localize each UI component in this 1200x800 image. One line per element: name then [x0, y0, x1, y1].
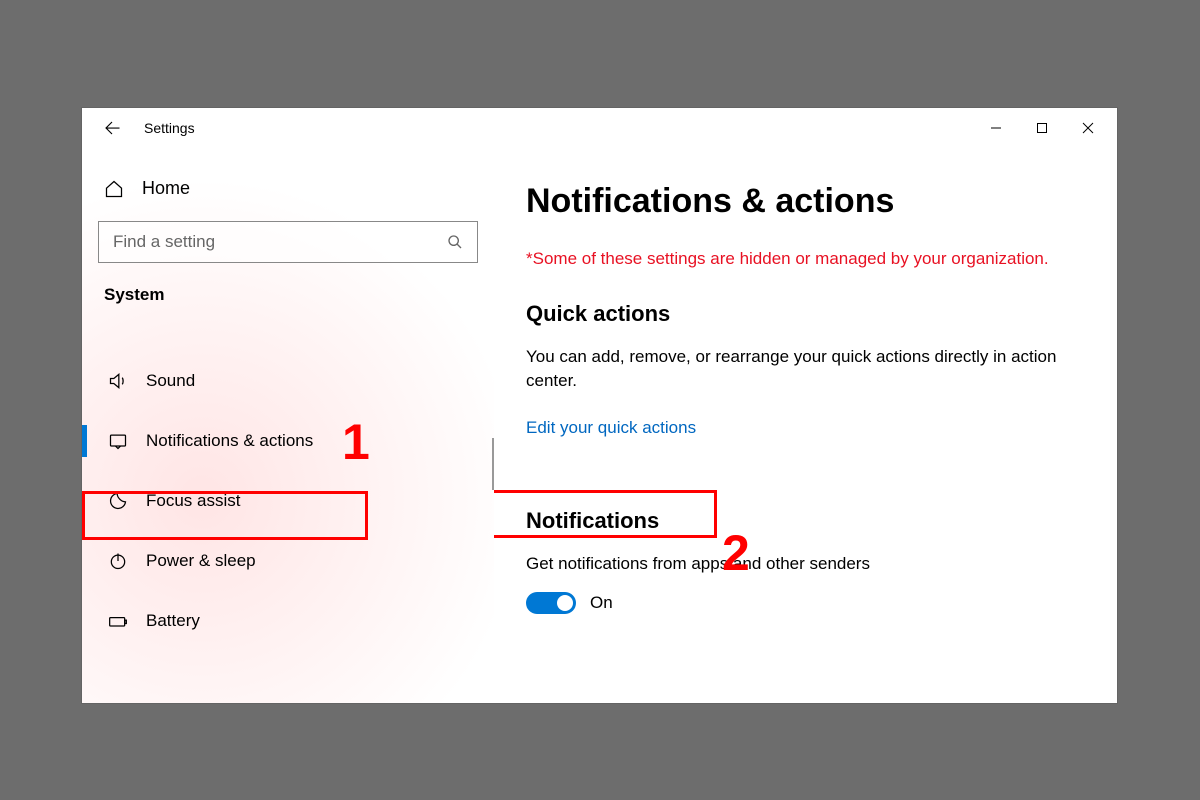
annotation-number-1: 1: [342, 413, 370, 471]
minimize-button[interactable]: [973, 108, 1019, 148]
sidebar: Home System Sound Notifications & action…: [82, 148, 494, 703]
nav-list: Sound Notifications & actions Focus assi…: [98, 351, 478, 651]
quick-actions-description: You can add, remove, or rearrange your q…: [526, 345, 1089, 393]
search-box[interactable]: [98, 221, 478, 263]
focus-assist-icon: [108, 491, 128, 511]
notifications-toggle[interactable]: [526, 592, 576, 614]
close-icon: [1082, 122, 1094, 134]
home-icon: [104, 179, 124, 199]
sidebar-item-sound[interactable]: Sound: [98, 351, 478, 411]
category-label: System: [98, 285, 478, 305]
sidebar-item-battery[interactable]: Battery: [98, 591, 478, 651]
notifications-icon: [108, 431, 128, 451]
maximize-button[interactable]: [1019, 108, 1065, 148]
battery-icon: [108, 611, 128, 631]
window-controls: [973, 108, 1111, 148]
managed-by-org-note: *Some of these settings are hidden or ma…: [526, 247, 1089, 271]
edit-quick-actions-link[interactable]: Edit your quick actions: [526, 418, 696, 438]
notifications-section: Notifications Get notifications from app…: [526, 508, 1089, 614]
notifications-toggle-row: On: [526, 592, 1089, 614]
back-button[interactable]: [102, 118, 122, 138]
quick-actions-heading: Quick actions: [526, 301, 1089, 327]
search-icon: [447, 234, 463, 250]
sidebar-item-label: Sound: [146, 371, 195, 391]
sidebar-item-label: Notifications & actions: [146, 431, 313, 451]
sidebar-item-label: Battery: [146, 611, 200, 631]
sidebar-item-focus-assist[interactable]: Focus assist: [98, 471, 478, 531]
main-pane: Notifications & actions *Some of these s…: [494, 148, 1117, 703]
annotation-number-2: 2: [722, 524, 750, 582]
minimize-icon: [990, 122, 1002, 134]
notifications-heading: Notifications: [526, 508, 1089, 534]
close-button[interactable]: [1065, 108, 1111, 148]
home-label: Home: [142, 178, 190, 199]
quick-actions-section: Quick actions You can add, remove, or re…: [526, 301, 1089, 614]
titlebar: Settings: [82, 108, 1117, 148]
sidebar-item-notifications[interactable]: Notifications & actions: [98, 411, 478, 471]
app-title: Settings: [144, 120, 195, 136]
settings-window: Settings Home System: [82, 108, 1117, 703]
sidebar-item-power-sleep[interactable]: Power & sleep: [98, 531, 478, 591]
maximize-icon: [1036, 122, 1048, 134]
sidebar-item-label: Power & sleep: [146, 551, 256, 571]
toggle-state-label: On: [590, 593, 613, 613]
home-button[interactable]: Home: [98, 174, 478, 199]
titlebar-left: Settings: [102, 118, 195, 138]
power-sleep-icon: [108, 551, 128, 571]
sound-icon: [108, 371, 128, 391]
search-input[interactable]: [113, 232, 428, 252]
page-title: Notifications & actions: [526, 182, 1089, 221]
notifications-description: Get notifications from apps and other se…: [526, 552, 1089, 576]
body: Home System Sound Notifications & action…: [82, 148, 1117, 703]
back-arrow-icon: [103, 119, 121, 137]
sidebar-item-label: Focus assist: [146, 491, 240, 511]
